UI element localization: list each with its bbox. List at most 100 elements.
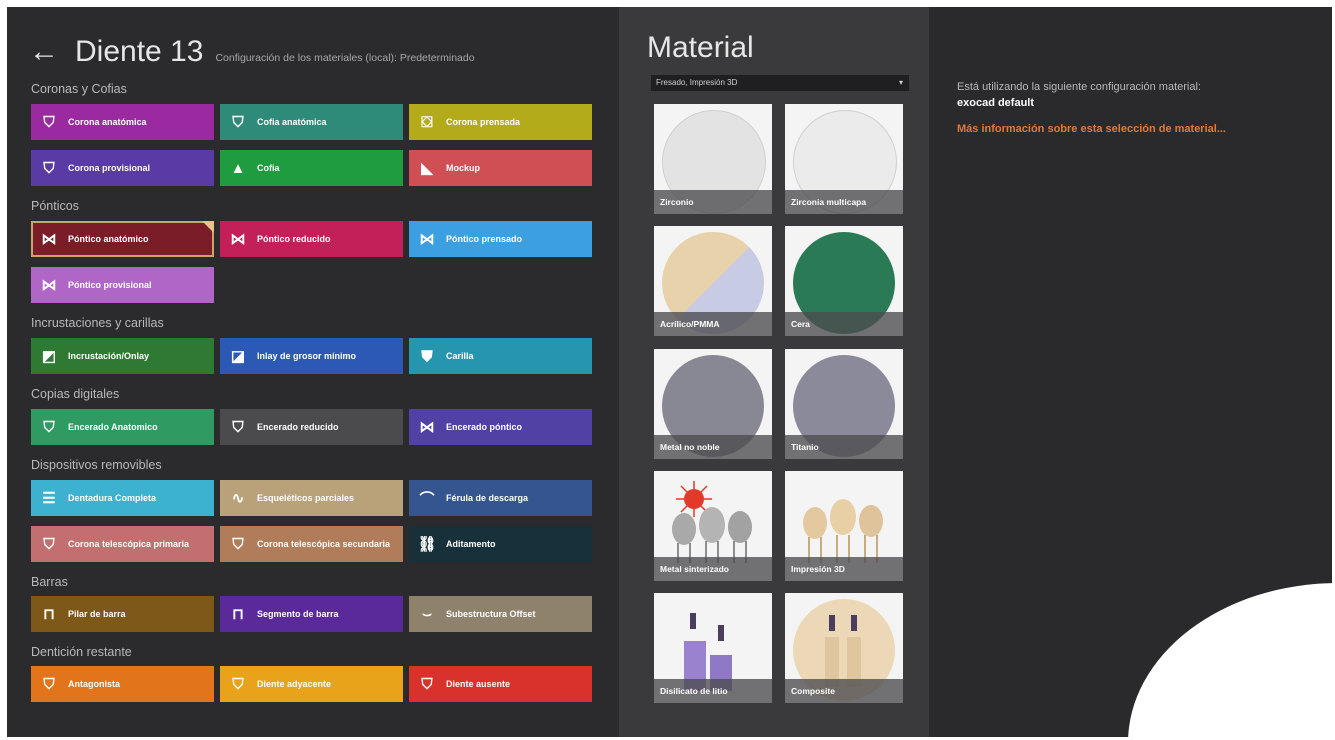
bar-abutment-icon: ⊓ [43,606,55,623]
bridge-icon: ⋈ [41,277,57,294]
material-label: Acrílico/PMMA [654,312,772,336]
material-card-zirconia-multicapa[interactable]: Zirconia multicapa [785,104,903,214]
section-ponticos: Pónticos [31,199,79,213]
tile-diente-adyacente[interactable]: ⛉ Diente adyacente [220,666,403,702]
back-arrow-icon[interactable]: ← [29,37,59,67]
tile-aditamento[interactable]: ⛓ Aditamento [409,526,592,562]
tile-label: Aditamento [446,538,496,549]
tile-label: Inlay de grosor mínimo [257,350,357,361]
page-header: ← Diente 13 Configuración de los materia… [29,35,475,69]
section-coronas: Coronas y Cofias [31,82,127,96]
coping-icon: ⛉ [232,113,244,131]
tile-cofia-anatomica[interactable]: ⛉ Cofia anatómica [220,104,403,140]
tile-label: Encerado Anatomico [68,421,158,432]
tile-segmento-barra[interactable]: ⊓ Segmento de barra [220,596,403,632]
dropdown-value: Fresado, Impresión 3D [656,78,738,87]
tile-label: Diente ausente [446,678,511,689]
material-card-composite[interactable]: Composite [785,593,903,703]
material-card-metal-sinterizado[interactable]: Metal sinterizado [654,471,772,581]
tile-encerado-anatomico[interactable]: ⛉ Encerado Anatomico [31,409,214,445]
tile-label: Cofia anatómica [257,116,327,127]
app-window: ← Diente 13 Configuración de los materia… [7,7,1332,737]
tile-corona-prensada[interactable]: ⛋ Corona prensada [409,104,592,140]
tile-mockup[interactable]: ◣ Mockup [409,150,592,186]
tile-pilar-barra[interactable]: ⊓ Pilar de barra [31,596,214,632]
tile-encerado-pontico[interactable]: ⋈ Encerado póntico [409,409,592,445]
tile-encerado-reducido[interactable]: ⛉ Encerado reducido [220,409,403,445]
tile-pontico-reducido[interactable]: ⋈ Póntico reducido [220,221,403,257]
tile-label: Corona prensada [446,116,521,127]
telescopic-crown-icon: ⛉ [232,535,244,553]
section-incrustaciones: Incrustaciones y carillas [31,316,164,330]
section-denticion: Dentición restante [31,645,132,659]
material-card-zirconio[interactable]: Zirconio [654,104,772,214]
tile-label: Esqueléticos parciales [257,492,355,503]
tile-cofia[interactable]: ▲ Cofia [220,150,403,186]
tile-label: Subestructura Offset [446,608,536,619]
crown-icon: ⛉ [43,113,55,131]
tile-pontico-provisional[interactable]: ⋈ Póntico provisional [31,267,214,303]
tile-label: Carilla [446,350,474,361]
bar-segment-icon: ⊓ [232,606,244,623]
tile-corona-telescopica-secundaria[interactable]: ⛉ Corona telescópica secundaria [220,526,403,562]
tile-label: Incrustación/Onlay [68,350,150,361]
material-panel: Material Fresado, Impresión 3D ▾ Zirconi… [619,7,929,737]
tile-label: Mockup [446,162,481,173]
info-panel: Está utilizando la siguiente configuraci… [929,7,1332,737]
wax-crown-icon: ⛉ [43,418,55,436]
tile-ferula[interactable]: ⌒ Férula de descarga [409,480,592,516]
left-panel: ← Diente 13 Configuración de los materia… [7,7,619,737]
splint-icon: ⌒ [419,490,435,508]
tile-antagonista[interactable]: ⛉ Antagonista [31,666,214,702]
material-card-cera[interactable]: Cera [785,226,903,336]
more-info-link[interactable]: Más información sobre esta selección de … [957,123,1226,135]
tile-label: Encerado póntico [446,421,523,432]
missing-tooth-icon: ⛉ [421,675,433,693]
tile-carilla[interactable]: ⛊ Carilla [409,338,592,374]
substructure-icon: ⌣ [422,605,432,623]
config-name: exocad default [957,97,1035,109]
tile-label: Corona provisional [68,162,151,173]
provisional-crown-icon: ⛉ [43,159,55,177]
tile-dentadura-completa[interactable]: ☰ Dentadura Completa [31,480,214,516]
inlay-icon: ◪ [230,348,246,365]
tile-esqueleticos[interactable]: ∿ Esqueléticos parciales [220,480,403,516]
material-card-disilicato[interactable]: Disilicato de litio [654,593,772,703]
tile-inlay-grosor[interactable]: ◪ Inlay de grosor mínimo [220,338,403,374]
tile-label: Pilar de barra [68,608,126,619]
tile-label: Póntico provisional [68,279,152,290]
pressed-crown-icon: ⛋ [421,113,433,131]
material-card-titanio[interactable]: Titanio [785,349,903,459]
tile-pontico-prensado[interactable]: ⋈ Póntico prensado [409,221,592,257]
tile-corona-anatomica[interactable]: ⛉ Corona anatómica [31,104,214,140]
tile-label: Póntico anatómico [68,233,149,244]
tile-diente-ausente[interactable]: ⛉ Diente ausente [409,666,592,702]
material-filter-dropdown[interactable]: Fresado, Impresión 3D ▾ [651,75,909,91]
tile-incrustacion[interactable]: ◩ Incrustación/Onlay [31,338,214,374]
antagonist-icon: ⛉ [43,675,55,693]
wax-crown-icon: ⛉ [232,418,244,436]
material-card-metal-no-noble[interactable]: Metal no noble [654,349,772,459]
material-card-impresion-3d[interactable]: Impresión 3D [785,471,903,581]
bridge-icon: ⋈ [230,231,246,248]
tile-subestructura[interactable]: ⌣ Subestructura Offset [409,596,592,632]
material-label: Titanio [785,435,903,459]
material-label: Zirconia multicapa [785,190,903,214]
section-barras: Barras [31,575,68,589]
material-card-acrilico[interactable]: Acrílico/PMMA [654,226,772,336]
veneer-icon: ⛊ [421,347,433,365]
tile-corona-telescopica-primaria[interactable]: ⛉ Corona telescópica primaria [31,526,214,562]
partial-denture-icon: ∿ [231,490,245,507]
tile-label: Cofia [257,162,280,173]
tile-corona-provisional[interactable]: ⛉ Corona provisional [31,150,214,186]
bridge-icon: ⋈ [41,231,57,248]
material-label: Metal sinterizado [654,557,772,581]
page-title: Diente 13 [75,35,204,68]
material-label: Cera [785,312,903,336]
section-dispositivos: Dispositivos removibles [31,458,162,472]
telescopic-crown-icon: ⛉ [43,535,55,553]
tile-label: Póntico prensado [446,233,523,244]
tile-pontico-anatomico[interactable]: ⋈ Póntico anatómico [31,221,214,257]
adjacent-tooth-icon: ⛉ [232,675,244,693]
tile-label: Segmento de barra [257,608,339,619]
